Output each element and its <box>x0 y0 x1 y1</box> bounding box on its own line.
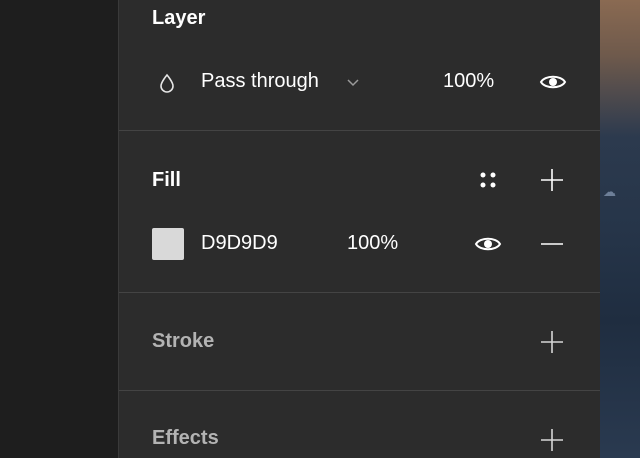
plus-icon[interactable] <box>540 168 564 192</box>
effects-section: Effects <box>119 391 600 458</box>
fill-opacity-value[interactable]: 100% <box>347 232 398 255</box>
styles-grid-icon[interactable] <box>476 168 500 192</box>
plus-icon[interactable] <box>540 428 564 452</box>
fill-hex-value[interactable]: D9D9D9 <box>201 232 278 255</box>
layer-section: Layer Pass through 100% <box>119 0 600 130</box>
stroke-section: Stroke <box>119 293 600 390</box>
canvas-image-preview: ☁ <box>600 0 640 458</box>
blend-mode-label: Pass through <box>201 70 319 92</box>
eye-icon[interactable] <box>539 69 567 95</box>
stroke-title: Stroke <box>152 330 215 352</box>
drop-icon <box>157 71 177 95</box>
minus-icon[interactable] <box>540 232 564 256</box>
layer-title: Layer <box>152 7 206 29</box>
chevron-down-icon <box>345 74 361 90</box>
plus-icon[interactable] <box>540 330 564 354</box>
fill-title: Fill <box>152 169 181 191</box>
properties-panel: Layer Pass through 100% Fill D9D9D9 100% <box>118 0 600 458</box>
blend-mode-dropdown[interactable]: Pass through <box>153 66 365 100</box>
cloud-icon: ☁ <box>603 184 616 199</box>
effects-title: Effects <box>152 427 219 449</box>
eye-icon[interactable] <box>474 231 502 257</box>
fill-color-swatch[interactable] <box>152 228 184 260</box>
layer-opacity-value[interactable]: 100% <box>443 70 494 93</box>
fill-section: Fill D9D9D9 100% <box>119 131 600 292</box>
canvas-left-area <box>0 0 118 458</box>
